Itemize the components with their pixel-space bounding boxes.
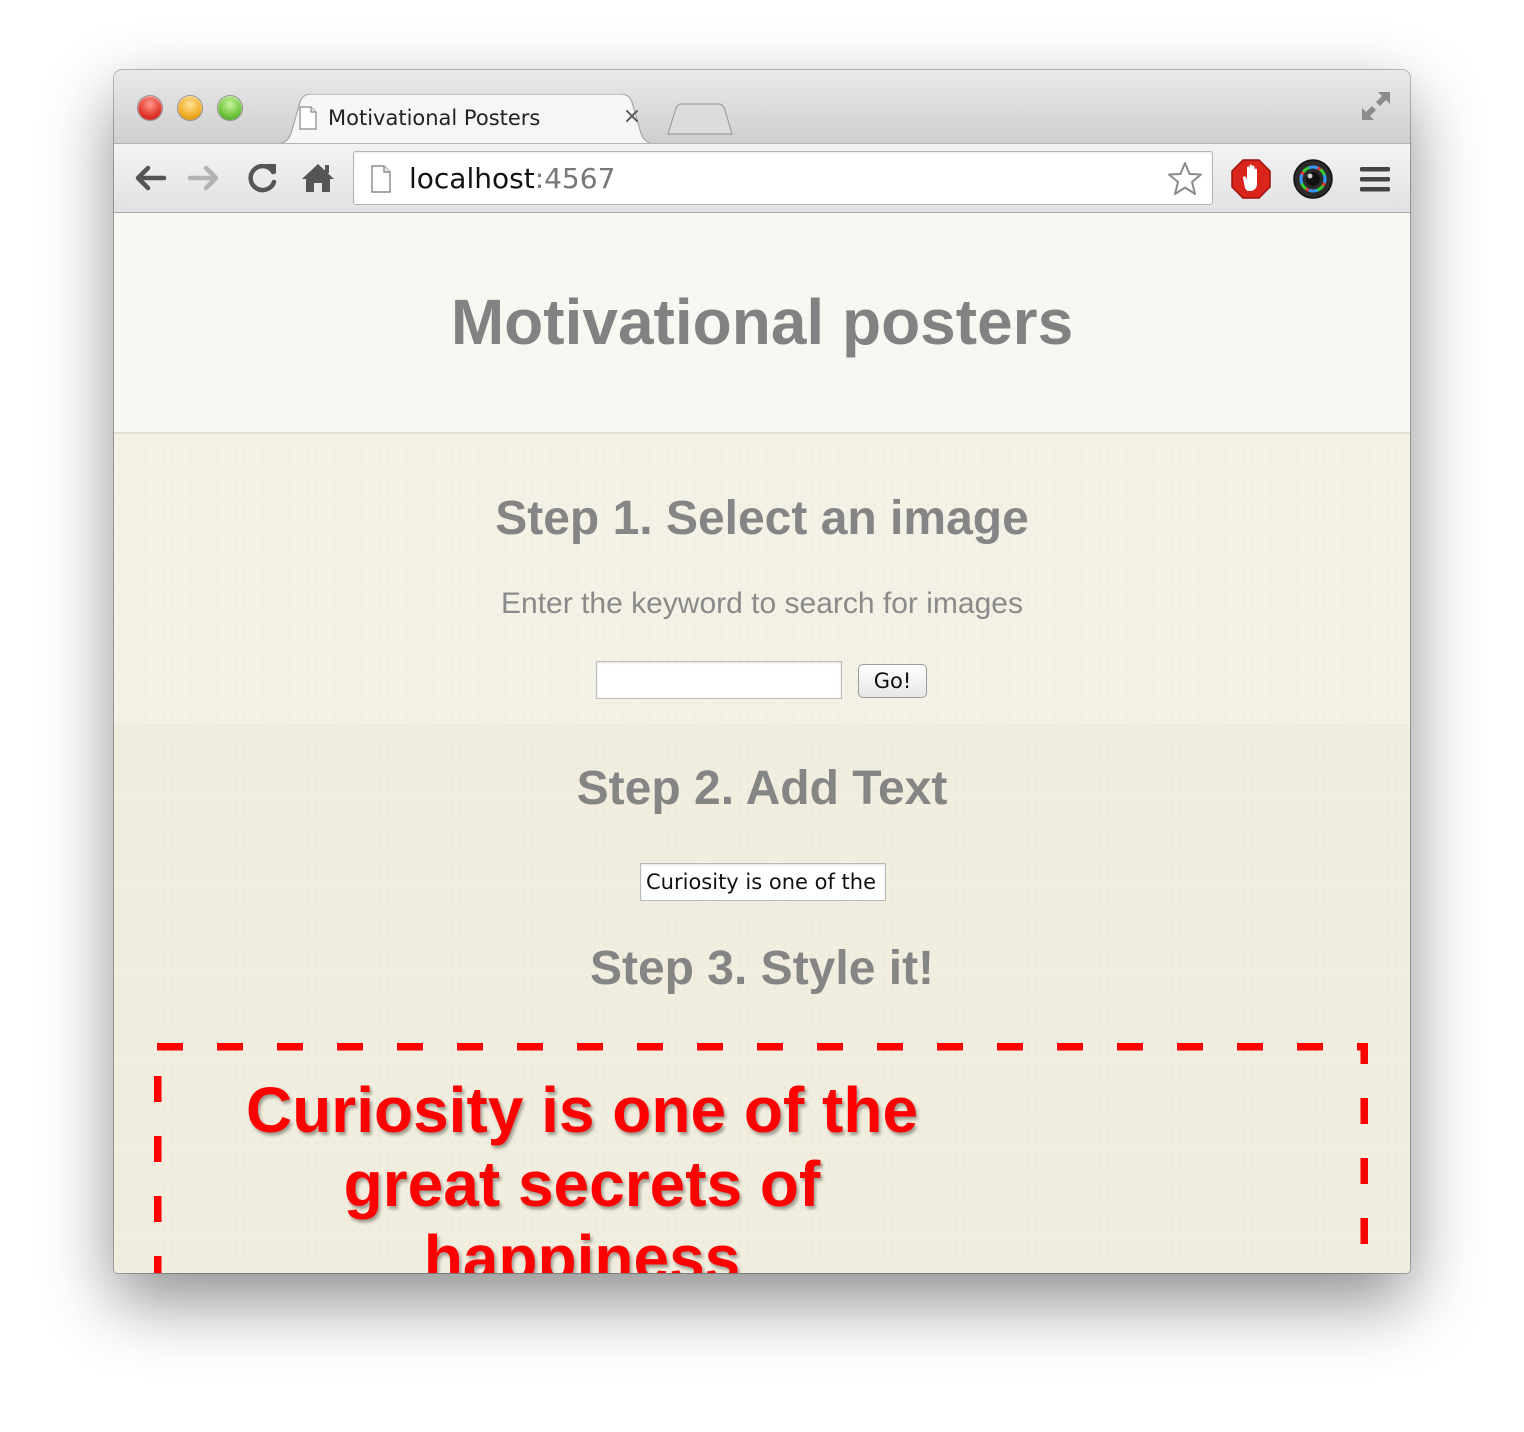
tab-strip: Motivational Posters × bbox=[114, 70, 1410, 144]
step2-heading: Step 2. Add Text bbox=[576, 762, 948, 815]
reload-icon[interactable] bbox=[242, 158, 282, 198]
tab-title: Motivational Posters bbox=[328, 106, 541, 130]
page-icon bbox=[371, 165, 391, 193]
step1-heading: Step 1. Select an image bbox=[495, 492, 1029, 545]
poster-line: happiness bbox=[423, 1222, 741, 1273]
forward-arrow-icon[interactable] bbox=[184, 158, 224, 198]
url-text: localhost:4567 bbox=[409, 162, 615, 195]
step1-description: Enter the keyword to search for images bbox=[501, 587, 1023, 620]
go-button[interactable]: Go! bbox=[858, 664, 927, 698]
browser-window: Motivational Posters × localhost:4567 Mo… bbox=[114, 70, 1410, 1273]
page-title: Motivational posters bbox=[450, 286, 1074, 358]
browser-toolbar: localhost:4567 bbox=[114, 143, 1410, 213]
page-icon bbox=[299, 106, 317, 130]
page-header: Motivational posters bbox=[114, 213, 1410, 434]
adblock-stop-hand-icon[interactable] bbox=[1230, 158, 1272, 200]
url-host: localhost bbox=[409, 162, 535, 195]
hamburger-menu-icon[interactable] bbox=[1354, 158, 1396, 200]
poster-line: Curiosity is one of the bbox=[245, 1074, 919, 1146]
star-icon[interactable] bbox=[1166, 160, 1204, 198]
url-port: :4567 bbox=[534, 162, 616, 195]
tab-motivational-posters[interactable]: Motivational Posters × bbox=[276, 94, 656, 144]
back-arrow-icon[interactable] bbox=[130, 158, 170, 198]
poster-text-input[interactable] bbox=[640, 863, 886, 901]
poster-text[interactable]: Curiosity is one of the great secrets of… bbox=[210, 1073, 954, 1273]
color-picker-lens-icon[interactable] bbox=[1292, 158, 1334, 200]
fullscreen-icon[interactable] bbox=[1360, 90, 1392, 122]
home-icon[interactable] bbox=[298, 158, 338, 198]
page-content: Motivational posters Step 1. Select an i… bbox=[114, 213, 1410, 1273]
new-tab-icon[interactable] bbox=[666, 102, 736, 136]
minimize-window-button[interactable] bbox=[178, 96, 202, 120]
tab-close-icon[interactable]: × bbox=[620, 104, 644, 130]
zoom-window-button[interactable] bbox=[218, 96, 242, 120]
step3-heading: Step 3. Style it! bbox=[589, 942, 935, 995]
close-window-button[interactable] bbox=[138, 96, 162, 120]
image-search-input[interactable] bbox=[596, 661, 842, 699]
poster-line: great secrets of bbox=[343, 1148, 821, 1220]
address-bar[interactable]: localhost:4567 bbox=[353, 151, 1213, 205]
